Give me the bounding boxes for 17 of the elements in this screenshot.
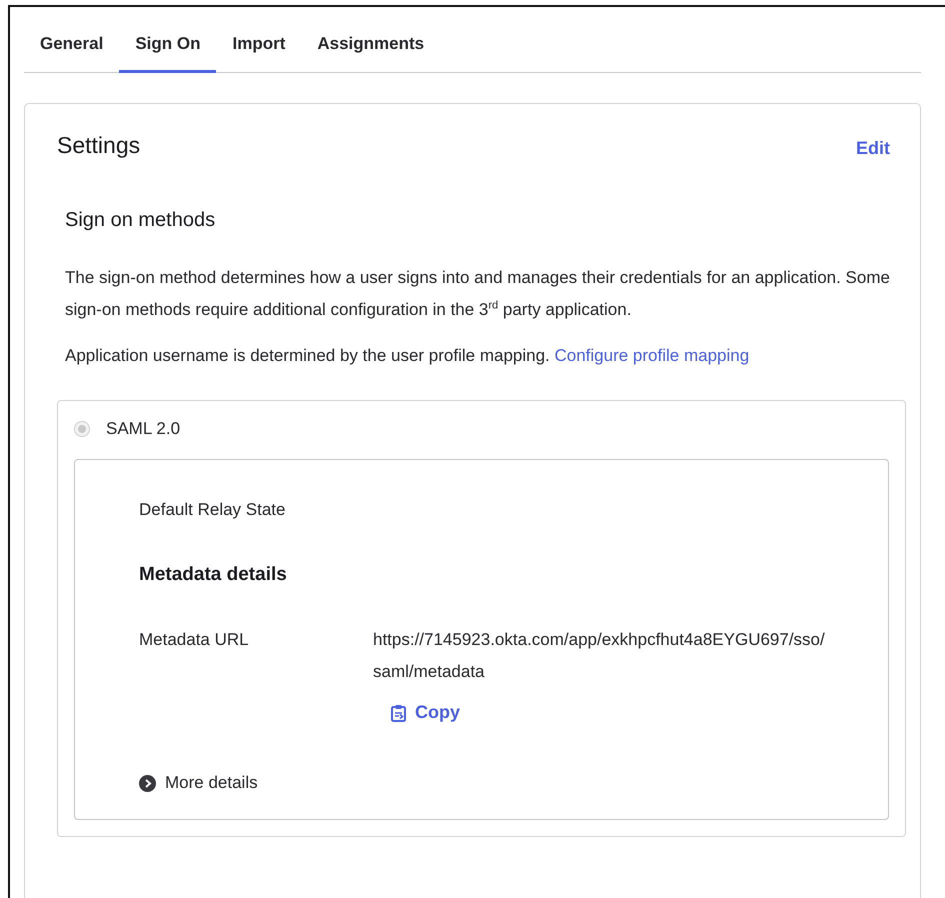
field-label: Default Relay State: [139, 500, 286, 520]
card-title: Settings: [57, 132, 140, 159]
field-label: Metadata URL: [139, 630, 250, 651]
tab[interactable]: Assignments: [301, 27, 440, 73]
profile-mapping-link[interactable]: Configure profile mapping: [554, 346, 750, 365]
tab[interactable]: General: [24, 27, 120, 73]
chevron-icon: [139, 774, 156, 792]
description-text: The sign-on method determines how a user signs into and manages their credentials for an application. Some sign-on methods require additional configuration in the 3$^{rd}$ party application.: [65, 267, 891, 321]
tab[interactable]: Import: [216, 27, 302, 73]
metadata-url: https://7145923.okta.com/app/exkhpcfhut4a8EYGU697/sso/saml/metadata: [373, 629, 826, 683]
radio-label: SAML 2.0: [106, 419, 180, 439]
section-heading: Metadata details: [139, 564, 288, 586]
mapping-text: Application username is determined by the user profile mapping. Configure profile mapping: [65, 345, 750, 367]
section-heading: Sign on methods: [65, 209, 216, 232]
clipboard-icon: [391, 704, 406, 722]
edit-link[interactable]: Edit: [856, 138, 890, 159]
tab[interactable]: Sign On: [119, 27, 216, 73]
